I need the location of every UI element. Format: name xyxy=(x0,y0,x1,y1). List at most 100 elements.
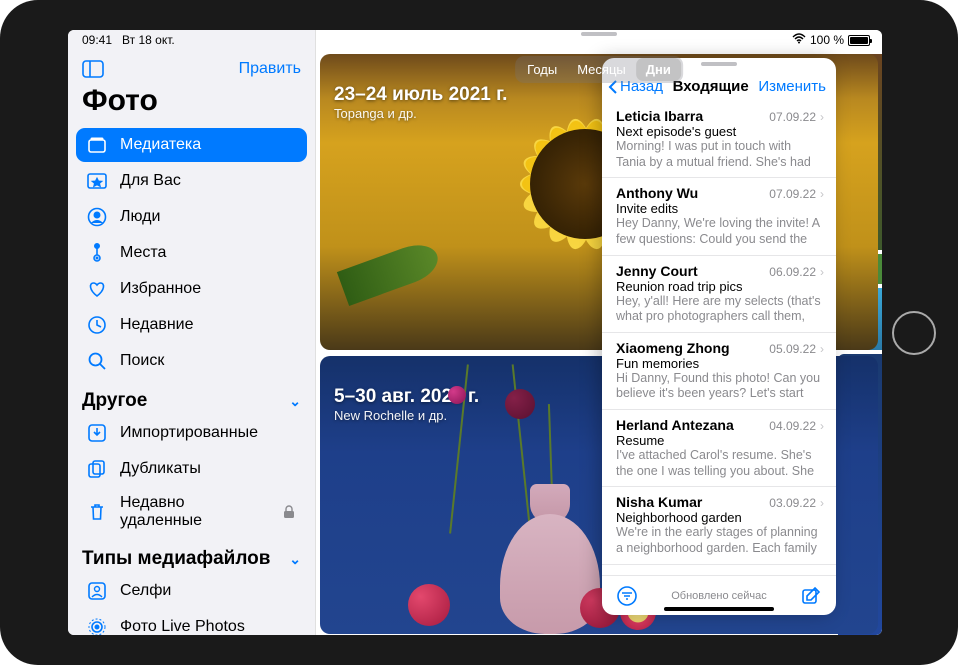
mail-preview: Hi Danny, Found this photo! Can you beli… xyxy=(616,371,824,402)
card-date: 23–24 июль 2021 г. xyxy=(334,84,507,106)
imported-icon xyxy=(86,422,108,444)
sidebar-item-label: Фото Live Photos xyxy=(120,618,245,635)
mail-row-date: 06.09.22 xyxy=(769,265,816,279)
selfie-icon xyxy=(86,580,108,602)
segment-years[interactable]: Годы xyxy=(517,58,567,81)
time-segment-control[interactable]: Годы Месяцы Дни xyxy=(515,56,683,83)
mail-list[interactable]: Leticia Ibarra07.09.22›Next episode's gu… xyxy=(602,101,836,575)
home-indicator[interactable] xyxy=(664,607,774,611)
card-location: Topanga и др. xyxy=(334,106,507,121)
mail-row[interactable]: Anthony Wu07.09.22 ›Invite editsHey Danny… xyxy=(602,178,836,255)
sidebar-item-label: Недавние xyxy=(120,316,194,334)
mail-from: Nisha Kumar xyxy=(616,494,769,510)
sidebar-item-selfies[interactable]: Селфи xyxy=(76,574,307,608)
sidebar-item-for-you[interactable]: Для Вас xyxy=(76,164,307,198)
sidebar-item-label: Поиск xyxy=(120,352,164,370)
chevron-down-icon: ⌄ xyxy=(289,551,301,568)
mail-row[interactable]: Herland Antezana04.09.22 ›ResumeI've atta… xyxy=(602,410,836,487)
mail-edit-button[interactable]: Изменить xyxy=(758,78,826,95)
segment-months[interactable]: Месяцы xyxy=(567,58,636,81)
mail-subject: Fun memories xyxy=(616,356,824,371)
sidebar-item-label: Дубликаты xyxy=(120,460,201,478)
battery-icon xyxy=(848,35,870,46)
sidebar-item-label: Люди xyxy=(120,208,160,226)
mail-from: Leticia Ibarra xyxy=(616,108,769,124)
compose-icon[interactable] xyxy=(800,585,822,607)
ipad-frame: 09:41 Вт 18 окт. 100 % Править Фото xyxy=(0,0,958,665)
section-header-other[interactable]: Другое ⌄ xyxy=(68,380,315,416)
segment-days[interactable]: Дни xyxy=(636,58,681,81)
wifi-icon xyxy=(792,33,806,47)
home-button[interactable] xyxy=(892,311,936,355)
mail-subject: Resume xyxy=(616,433,824,448)
mail-subject: Next episode's guest xyxy=(616,124,824,139)
status-bar: 09:41 Вт 18 окт. 100 % xyxy=(68,30,882,50)
mail-row-date: 07.09.22 xyxy=(769,110,816,124)
duplicates-icon xyxy=(86,458,108,480)
mail-status: Обновлено сейчас xyxy=(671,590,767,602)
section-header-media-types[interactable]: Типы медиафайлов ⌄ xyxy=(68,538,315,574)
mail-row[interactable]: Jenny Court06.09.22›Reunion road trip pi… xyxy=(602,256,836,333)
filter-icon[interactable] xyxy=(616,585,638,607)
search-icon xyxy=(86,350,108,372)
sidebar-item-label: Места xyxy=(120,244,166,262)
mail-row-date: 05.09.22 xyxy=(769,342,816,356)
photos-sidebar: Править Фото Медиатека Для Вас Люди xyxy=(68,30,316,635)
mail-row[interactable]: Rigo Rangel02.09.22›Park Photos xyxy=(602,565,836,576)
sidebar-edit-button[interactable]: Править xyxy=(239,60,301,78)
sidebar-item-livephotos[interactable]: Фото Live Photos xyxy=(76,610,307,635)
mail-preview: Hey, y'all! Here are my selects (that's … xyxy=(616,294,824,325)
sidebar-item-search[interactable]: Поиск xyxy=(76,344,307,378)
sidebar-item-label: Избранное xyxy=(120,280,201,298)
chevron-right-icon: › xyxy=(820,419,824,433)
status-time: 09:41 xyxy=(82,33,112,47)
mail-preview: Hey Danny, We're loving the invite! A fe… xyxy=(616,216,824,247)
sidebar-item-people[interactable]: Люди xyxy=(76,200,307,234)
mail-subject: Invite edits xyxy=(616,201,824,216)
sidebar-item-recents[interactable]: Недавние xyxy=(76,308,307,342)
chevron-right-icon: › xyxy=(820,342,824,356)
mail-row[interactable]: Xiaomeng Zhong05.09.22 ›Fun memoriesHi Da… xyxy=(602,333,836,410)
mail-slideover: Назад Входящие Изменить Leticia Ibarra07… xyxy=(602,58,836,615)
places-icon xyxy=(86,242,108,264)
status-date: Вт 18 окт. xyxy=(122,33,175,47)
card-location: New Rochelle и др. xyxy=(334,408,479,423)
chevron-down-icon: ⌄ xyxy=(289,393,301,410)
mail-title: Входящие xyxy=(673,78,749,95)
sidebar-item-label: Медиатека xyxy=(120,136,201,154)
mail-row[interactable]: Nisha Kumar03.09.22 ›Neighborhood gardenW… xyxy=(602,487,836,564)
sidebar-item-places[interactable]: Места xyxy=(76,236,307,270)
people-icon xyxy=(86,206,108,228)
chevron-right-icon: › xyxy=(820,187,824,201)
sidebar-item-label: Импортированные xyxy=(120,424,258,442)
trash-icon xyxy=(86,501,108,523)
slideover-grabber[interactable] xyxy=(701,62,737,66)
mail-subject: Neighborhood garden xyxy=(616,510,824,525)
recents-icon xyxy=(86,314,108,336)
chevron-right-icon: › xyxy=(820,496,824,510)
mail-row[interactable]: Leticia Ibarra07.09.22›Next episode's gu… xyxy=(602,101,836,178)
library-icon xyxy=(86,134,108,156)
favorites-icon xyxy=(86,278,108,300)
mail-row-date: 04.09.22 xyxy=(769,419,816,433)
mail-from: Herland Antezana xyxy=(616,417,769,433)
sidebar-toggle-icon[interactable] xyxy=(82,60,104,78)
mail-preview: I've attached Carol's resume. She's the … xyxy=(616,448,824,479)
mail-from: Jenny Court xyxy=(616,263,769,279)
mail-from: Anthony Wu xyxy=(616,185,769,201)
mail-from: Xiaomeng Zhong xyxy=(616,340,769,356)
mail-row-date: 07.09.22 xyxy=(769,187,816,201)
lock-icon xyxy=(283,505,297,519)
screen: 09:41 Вт 18 окт. 100 % Править Фото xyxy=(68,30,882,635)
livephoto-icon xyxy=(86,616,108,635)
sidebar-item-imported[interactable]: Импортированные xyxy=(76,416,307,450)
sidebar-item-duplicates[interactable]: Дубликаты xyxy=(76,452,307,486)
mail-row-date: 03.09.22 xyxy=(769,496,816,510)
sidebar-item-label: Селфи xyxy=(120,582,171,600)
mail-preview: We're in the early stages of planning a … xyxy=(616,525,824,556)
mail-subject: Reunion road trip pics xyxy=(616,279,824,294)
sidebar-item-recently-deleted[interactable]: Недавно удаленные xyxy=(76,488,307,536)
sidebar-item-favorites[interactable]: Избранное xyxy=(76,272,307,306)
sidebar-item-label: Для Вас xyxy=(120,172,181,190)
sidebar-item-library[interactable]: Медиатека xyxy=(76,128,307,162)
